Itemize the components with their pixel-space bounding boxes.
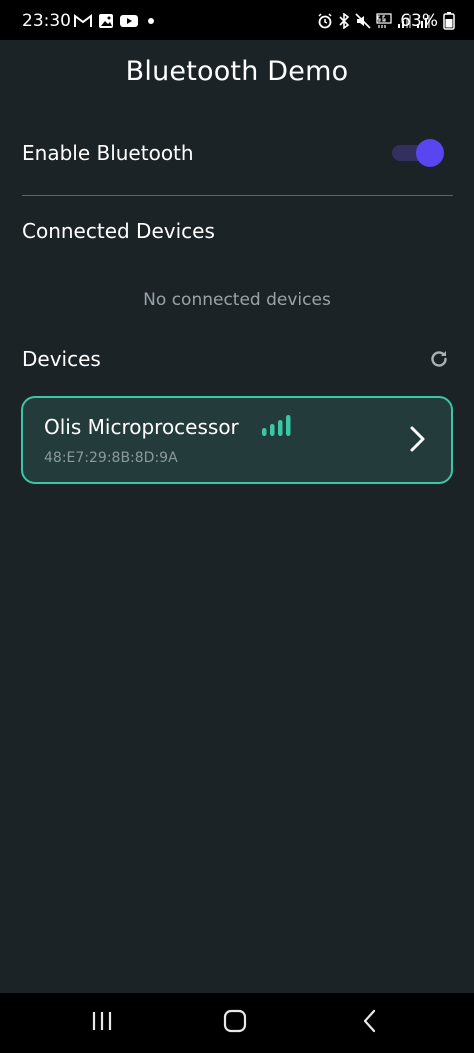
youtube-icon bbox=[120, 14, 138, 28]
back-button[interactable] bbox=[354, 1009, 384, 1037]
mute-icon bbox=[355, 13, 371, 29]
refresh-icon bbox=[428, 348, 450, 374]
refresh-button[interactable] bbox=[426, 348, 452, 374]
connected-devices-title: Connected Devices bbox=[22, 219, 215, 243]
status-time: 23:30 bbox=[22, 11, 71, 31]
devices-title: Devices bbox=[22, 347, 101, 371]
enable-bluetooth-row: Enable Bluetooth bbox=[22, 132, 452, 174]
device-card[interactable]: Olis Microprocessor 48:E7:29:8B:8D:9A bbox=[21, 396, 453, 484]
home-icon bbox=[222, 1009, 248, 1037]
battery-icon bbox=[443, 12, 455, 34]
notification-dot-icon bbox=[144, 14, 158, 28]
bluetooth-toggle[interactable] bbox=[392, 139, 444, 167]
no-connected-devices-text: No connected devices bbox=[143, 290, 331, 310]
device-address: 48:E7:29:8B:8D:9A bbox=[44, 450, 178, 466]
gmail-icon bbox=[74, 14, 92, 28]
alarm-icon bbox=[317, 13, 333, 29]
navigation-bar bbox=[0, 993, 474, 1053]
back-icon bbox=[359, 1009, 379, 1037]
status-bar: 23:30 63% bbox=[0, 0, 474, 40]
chevron-right-icon bbox=[409, 425, 427, 457]
recents-button[interactable] bbox=[87, 1009, 117, 1037]
home-button[interactable] bbox=[220, 1009, 250, 1037]
5g-icon bbox=[376, 13, 392, 29]
device-name: Olis Microprocessor bbox=[44, 415, 239, 439]
signal-strength-icon bbox=[261, 414, 293, 440]
gallery-icon bbox=[98, 13, 114, 29]
enable-bluetooth-label: Enable Bluetooth bbox=[22, 141, 194, 165]
status-left-icons bbox=[74, 11, 158, 31]
divider bbox=[22, 195, 453, 196]
toggle-thumb bbox=[416, 139, 444, 167]
app-title: Bluetooth Demo bbox=[125, 56, 349, 87]
recents-icon bbox=[90, 1010, 114, 1036]
battery-percent: 63% bbox=[400, 11, 438, 31]
bluetooth-icon bbox=[338, 13, 350, 29]
